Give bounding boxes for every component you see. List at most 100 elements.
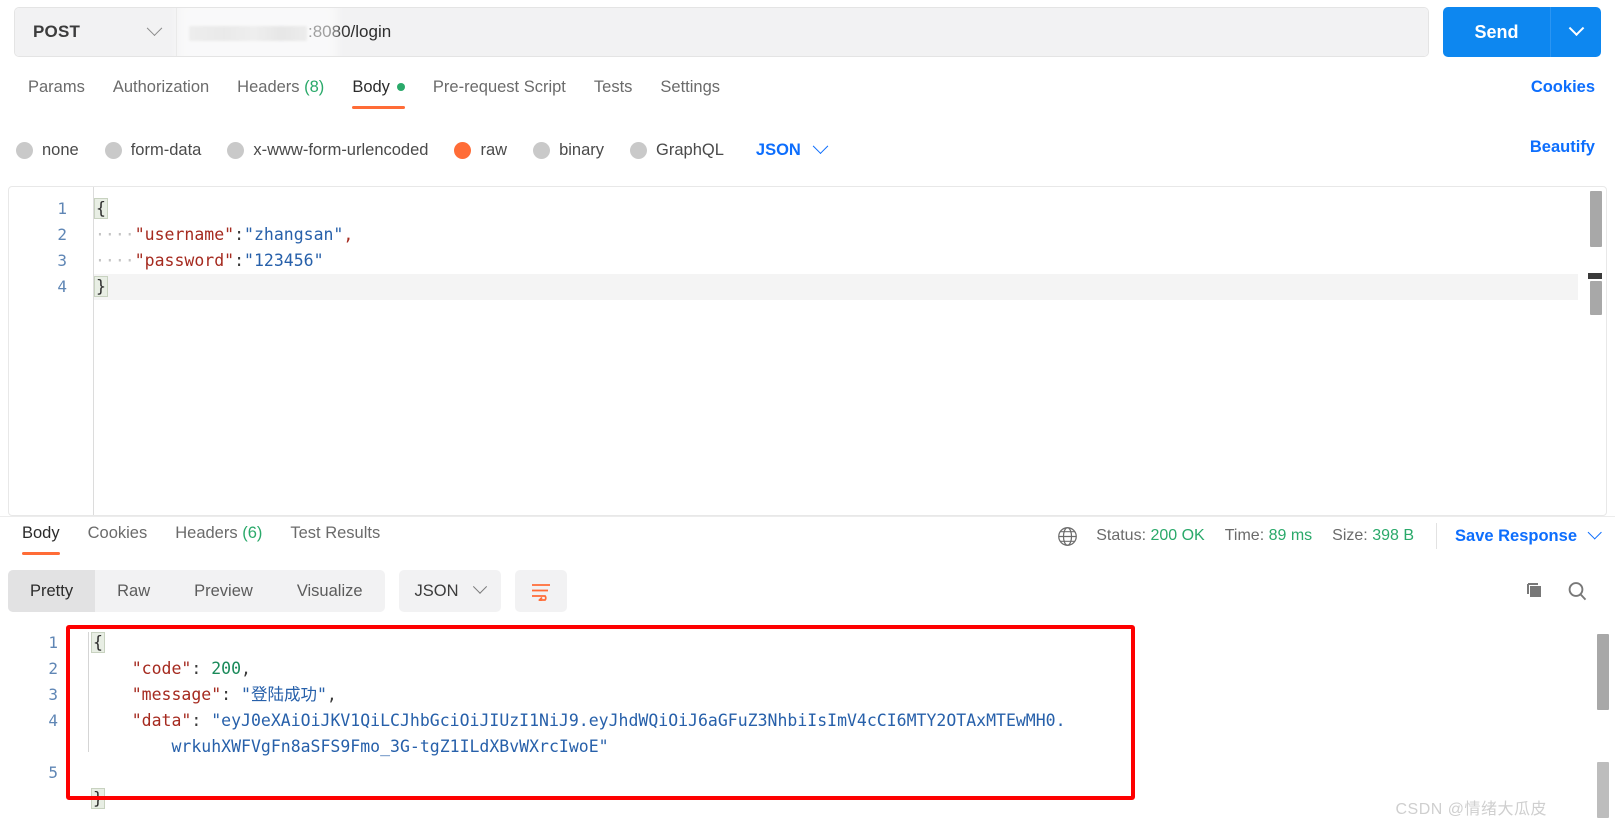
response-scrollbar-thumb[interactable] [1597, 762, 1609, 818]
tab-label: Pre-request Script [432, 78, 566, 96]
indent-guide: ···· [95, 251, 135, 270]
url-input[interactable]: :8080/login [177, 8, 1428, 56]
json-comma: , [343, 225, 354, 244]
json-string-value-continued: wrkuhXWFVgFn8aSFS9Fmo_3G-tgZ1ILdXBvWXrcI… [171, 737, 609, 756]
tab-body[interactable]: Body [338, 76, 419, 109]
response-tabs: Body Cookies Headers (6) Test Results [0, 518, 1000, 562]
raw-format-select[interactable]: JSON [756, 137, 829, 160]
response-headers-count: (6) [242, 524, 263, 542]
json-comma: , [326, 685, 337, 704]
json-colon: : [234, 251, 245, 270]
response-gutter-divider [88, 632, 89, 752]
tab-label: Authorization [112, 78, 210, 96]
body-type-form-data[interactable]: form-data [104, 141, 201, 160]
response-scrollbar-thumb[interactable] [1597, 634, 1609, 710]
postman-window: POST :8080/login Send Params Authorizati… [0, 0, 1615, 831]
view-mode-preview[interactable]: Preview [172, 570, 275, 612]
wrap-lines-icon [531, 584, 550, 601]
view-mode-raw[interactable]: Raw [95, 570, 172, 612]
body-type-raw[interactable]: raw [454, 141, 507, 160]
tab-label: Tests [593, 78, 633, 96]
response-tab-test-results[interactable]: Test Results [276, 522, 394, 555]
chevron-down-icon [812, 137, 829, 154]
response-body-viewer[interactable]: 1 2 3 4 5 { "code": 200, "message": "登陆成… [0, 622, 1615, 831]
close-brace: } [94, 276, 108, 297]
chevron-down-icon[interactable] [1587, 525, 1602, 540]
response-code-lines: { "code": 200, "message": "登陆成功", "data"… [91, 630, 1595, 812]
save-response-button[interactable]: Save Response [1455, 527, 1577, 546]
tab-authorization[interactable]: Authorization [99, 76, 223, 109]
response-tab-headers[interactable]: Headers (6) [161, 522, 276, 555]
tab-params[interactable]: Params [14, 76, 99, 109]
status-label: Status: [1096, 527, 1147, 544]
beautify-link[interactable]: Beautify [1530, 138, 1595, 157]
code-line: { [91, 630, 1595, 656]
scrollbar-marker [1588, 273, 1602, 279]
body-type-label: GraphQL [656, 140, 724, 159]
radio-icon [16, 141, 33, 159]
body-type-none[interactable]: none [16, 141, 79, 160]
line-number: 3 [57, 251, 67, 270]
send-button[interactable]: Send [1443, 7, 1551, 57]
response-tab-body[interactable]: Body [8, 522, 74, 555]
line-number: 4 [57, 277, 67, 296]
view-mode-visualize[interactable]: Visualize [275, 570, 385, 612]
response-format-select[interactable]: JSON [398, 570, 501, 612]
tab-tests[interactable]: Tests [580, 76, 647, 109]
wrap-lines-button[interactable] [514, 570, 567, 612]
indent-guide: ···· [95, 225, 135, 244]
code-line-continuation: wrkuhXWFVgFn8aSFS9Fmo_3G-tgZ1ILdXBvWXrcI… [92, 734, 1595, 760]
line-number: 1 [48, 633, 58, 652]
line-number: 5 [48, 763, 58, 782]
response-divider [0, 516, 1615, 517]
code-line: } [94, 274, 1578, 300]
tab-settings[interactable]: Settings [646, 76, 734, 109]
body-type-graphql[interactable]: GraphQL [630, 141, 724, 160]
code-line: { [94, 196, 1578, 222]
divider [1436, 523, 1438, 549]
copy-button[interactable] [1517, 573, 1553, 609]
tab-pre-request-script[interactable]: Pre-request Script [419, 76, 580, 109]
request-editor-scrollbar[interactable] [1588, 189, 1602, 513]
scrollbar-thumb[interactable] [1590, 191, 1602, 247]
body-type-row: none form-data x-www-form-urlencoded raw… [0, 128, 1615, 172]
json-number-value: 200 [211, 659, 242, 678]
status-item: Status: 200 OK [1096, 527, 1205, 545]
line-number: 3 [48, 685, 58, 704]
body-type-binary[interactable]: binary [533, 141, 604, 160]
send-options-button[interactable] [1551, 7, 1601, 57]
http-method-select[interactable]: POST [15, 8, 177, 56]
scrollbar-thumb[interactable] [1590, 281, 1602, 315]
chevron-down-icon [472, 579, 487, 594]
request-body-editor[interactable]: 1 2 3 4 { ····"username":"zhangsan", ···… [8, 186, 1607, 516]
body-type-x-www-form-urlencoded[interactable]: x-www-form-urlencoded [227, 141, 428, 160]
response-format-label: JSON [414, 581, 459, 600]
request-code-area: 1 2 3 4 { ····"username":"zhangsan", ···… [9, 187, 1606, 515]
view-mode-pretty[interactable]: Pretty [8, 570, 96, 612]
cookies-link[interactable]: Cookies [1531, 78, 1595, 97]
json-colon: : [191, 711, 212, 730]
tab-label: Headers [237, 78, 300, 96]
tab-headers[interactable]: Headers (8) [223, 76, 338, 109]
time-item: Time: 89 ms [1225, 527, 1312, 545]
response-line-numbers: 1 2 3 4 5 [0, 630, 72, 786]
body-type-label: binary [559, 140, 605, 159]
tab-label: Settings [660, 78, 721, 96]
search-button[interactable] [1559, 573, 1595, 609]
response-tab-cookies[interactable]: Cookies [74, 522, 162, 555]
line-number: 2 [48, 659, 58, 678]
json-string-value: "eyJ0eXAiOiJKV1QiLCJhbGciOiJIUzI1NiJ9.ey… [211, 711, 1066, 730]
url-bar: POST :8080/login Send [0, 0, 1615, 64]
body-active-dot-icon [396, 82, 405, 91]
json-key: "username" [134, 225, 235, 244]
tab-label: Body [352, 78, 390, 96]
code-line: "message": "登陆成功", [92, 682, 1595, 708]
code-line: ····"password":"123456" [95, 248, 1578, 274]
json-key: "password" [134, 251, 235, 270]
request-code-lines: { ····"username":"zhangsan", ····"passwo… [94, 196, 1578, 300]
radio-icon [630, 141, 648, 159]
tab-label: Params [28, 78, 85, 96]
